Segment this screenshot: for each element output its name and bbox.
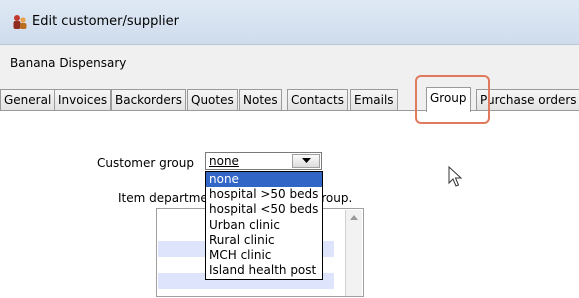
customer-group-select[interactable]: none: [205, 152, 322, 170]
item-department-label-left: Item departmen: [118, 191, 216, 205]
list-scrollbar[interactable]: [345, 210, 362, 296]
tab-general[interactable]: General: [0, 89, 56, 110]
tab-notes[interactable]: Notes: [239, 89, 282, 110]
dropdown-option[interactable]: MCH clinic: [206, 248, 322, 263]
window-title: Edit customer/supplier: [32, 14, 179, 29]
tab-purchase-orders[interactable]: Purchase orders: [476, 89, 579, 110]
dropdown-button[interactable]: [292, 154, 320, 168]
dropdown-option[interactable]: hospital >50 beds: [206, 187, 322, 202]
scroll-up-icon[interactable]: [350, 215, 358, 220]
tab-emails[interactable]: Emails: [350, 89, 398, 110]
tab-contacts[interactable]: Contacts: [287, 89, 348, 110]
tab-bar: General Invoices Backorders Quotes Notes…: [0, 87, 579, 112]
dropdown-option[interactable]: hospital <50 beds: [206, 202, 322, 217]
tab-invoices[interactable]: Invoices: [54, 89, 112, 110]
tab-backorders[interactable]: Backorders: [111, 89, 186, 110]
dropdown-option[interactable]: none: [206, 172, 322, 188]
tab-quotes[interactable]: Quotes: [187, 89, 238, 110]
mouse-cursor-icon: [448, 165, 463, 191]
customer-group-value: none: [209, 154, 239, 168]
title-bar: Edit customer/supplier: [0, 0, 579, 45]
edit-customer-window: Edit customer/supplier Banana Dispensary…: [0, 0, 579, 298]
people-icon: [12, 14, 28, 30]
chevron-down-icon: [302, 158, 311, 163]
annotation-highlight-box: [415, 75, 490, 124]
record-name: Banana Dispensary: [10, 56, 127, 70]
dropdown-option[interactable]: Urban clinic: [206, 218, 322, 233]
customer-group-label: Customer group: [97, 156, 194, 170]
customer-group-dropdown-list[interactable]: none hospital >50 beds hospital <50 beds…: [205, 171, 323, 280]
dropdown-option[interactable]: Rural clinic: [206, 233, 322, 248]
dropdown-option[interactable]: Island health post: [206, 263, 322, 278]
